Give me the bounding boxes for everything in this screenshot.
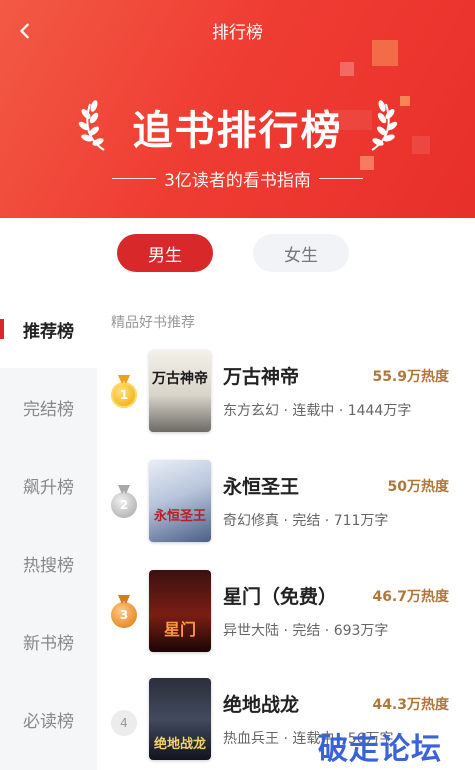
ribbon-icon <box>118 595 130 604</box>
sidebar-item-label: 新书榜 <box>23 633 74 654</box>
rank-medal-gold-icon: 1 <box>111 375 137 408</box>
sidebar-item-rising[interactable]: 飙升榜 <box>0 446 97 524</box>
rank-number: 1 <box>119 388 129 402</box>
laurel-icon <box>371 100 398 151</box>
book-cover: 永恒圣王 <box>149 460 211 542</box>
book-item[interactable]: 1 万古神帝 万古神帝 55.9万热度 东方玄幻 · 连载中 · 1444万字 <box>97 350 475 450</box>
sidebar-item-label: 推荐榜 <box>23 321 74 342</box>
rank-medal-bronze-icon: 3 <box>111 595 137 628</box>
book-heat: 55.9万热度 <box>372 369 449 385</box>
active-marker <box>0 319 4 339</box>
book-meta: 东方玄幻 · 连载中 · 1444万字 <box>223 403 412 419</box>
page-title: 排行榜 <box>212 23 263 43</box>
book-heat: 50万热度 <box>387 479 449 495</box>
rank-number: 2 <box>119 498 129 512</box>
sidebar-item-label: 完结榜 <box>23 399 74 420</box>
book-meta: 奇幻修真 · 完结 · 711万字 <box>223 513 389 529</box>
book-cover: 万古神帝 <box>149 350 211 432</box>
hero-title: 追书排行榜 <box>132 108 343 154</box>
cover-title: 星门 <box>163 620 196 639</box>
decorative-square <box>372 40 398 66</box>
book-title: 星门（免费） <box>223 586 338 608</box>
tab-female[interactable]: 女生 <box>253 234 349 272</box>
book-title: 万古神帝 <box>223 366 300 388</box>
tab-male[interactable]: 男生 <box>117 234 213 272</box>
sidebar-item-new-books[interactable]: 新书榜 <box>0 602 97 680</box>
book-title: 永恒圣王 <box>223 476 300 498</box>
gender-tabs: 男生 女生 <box>0 218 475 290</box>
ribbon-icon <box>118 485 130 494</box>
book-cover: 绝地战龙 <box>149 678 211 760</box>
cover-title: 万古神帝 <box>152 371 208 387</box>
watermark: 破走论坛 <box>318 732 442 767</box>
book-heat: 46.7万热度 <box>372 589 449 605</box>
book-heat: 44.3万热度 <box>372 697 449 713</box>
rank-number: 3 <box>119 608 129 622</box>
hero-subtitle-text: 3亿读者的看书指南 <box>164 171 311 191</box>
sidebar-item-completed[interactable]: 完结榜 <box>0 368 97 446</box>
sidebar-item-recommended[interactable]: 推荐榜 <box>0 290 97 368</box>
decorative-square <box>340 62 354 76</box>
book-item[interactable]: 3 星门 星门（免费） 46.7万热度 异世大陆 · 完结 · 693万字 <box>97 570 475 670</box>
cover-title: 永恒圣王 <box>153 509 206 524</box>
cover-title: 绝地战龙 <box>153 737 206 752</box>
sidebar-item-hot-search[interactable]: 热搜榜 <box>0 524 97 602</box>
sidebar-item-label: 必读榜 <box>23 711 74 732</box>
hero-subtitle: 3亿读者的看书指南 <box>0 166 475 191</box>
section-title: 精品好书推荐 <box>111 315 195 331</box>
sidebar-item-label: 飙升榜 <box>23 477 74 498</box>
rank-number: 4 <box>120 716 128 730</box>
divider <box>318 178 363 179</box>
book-meta: 异世大陆 · 完结 · 693万字 <box>223 623 389 639</box>
book-title: 绝地战龙 <box>223 694 300 716</box>
book-cover: 星门 <box>149 570 211 652</box>
divider <box>112 178 157 179</box>
ranking-sidebar: 推荐榜 完结榜 飙升榜 热搜榜 新书榜 必读榜 <box>0 290 97 770</box>
rank-number-badge: 4 <box>111 710 137 736</box>
header-banner: 排行榜 追书排行榜 3亿读者的看书指南 <box>0 0 475 218</box>
book-list: 精品好书推荐 1 万古神帝 万古神帝 55.9万热度 东方玄幻 · 连载中 · … <box>97 290 475 770</box>
book-item[interactable]: 2 永恒圣王 永恒圣王 50万热度 奇幻修真 · 完结 · 711万字 <box>97 460 475 560</box>
rank-medal-silver-icon: 2 <box>111 485 137 518</box>
ribbon-icon <box>118 375 130 384</box>
sidebar-item-label: 热搜榜 <box>23 555 74 576</box>
sidebar-item-must-read[interactable]: 必读榜 <box>0 680 97 758</box>
